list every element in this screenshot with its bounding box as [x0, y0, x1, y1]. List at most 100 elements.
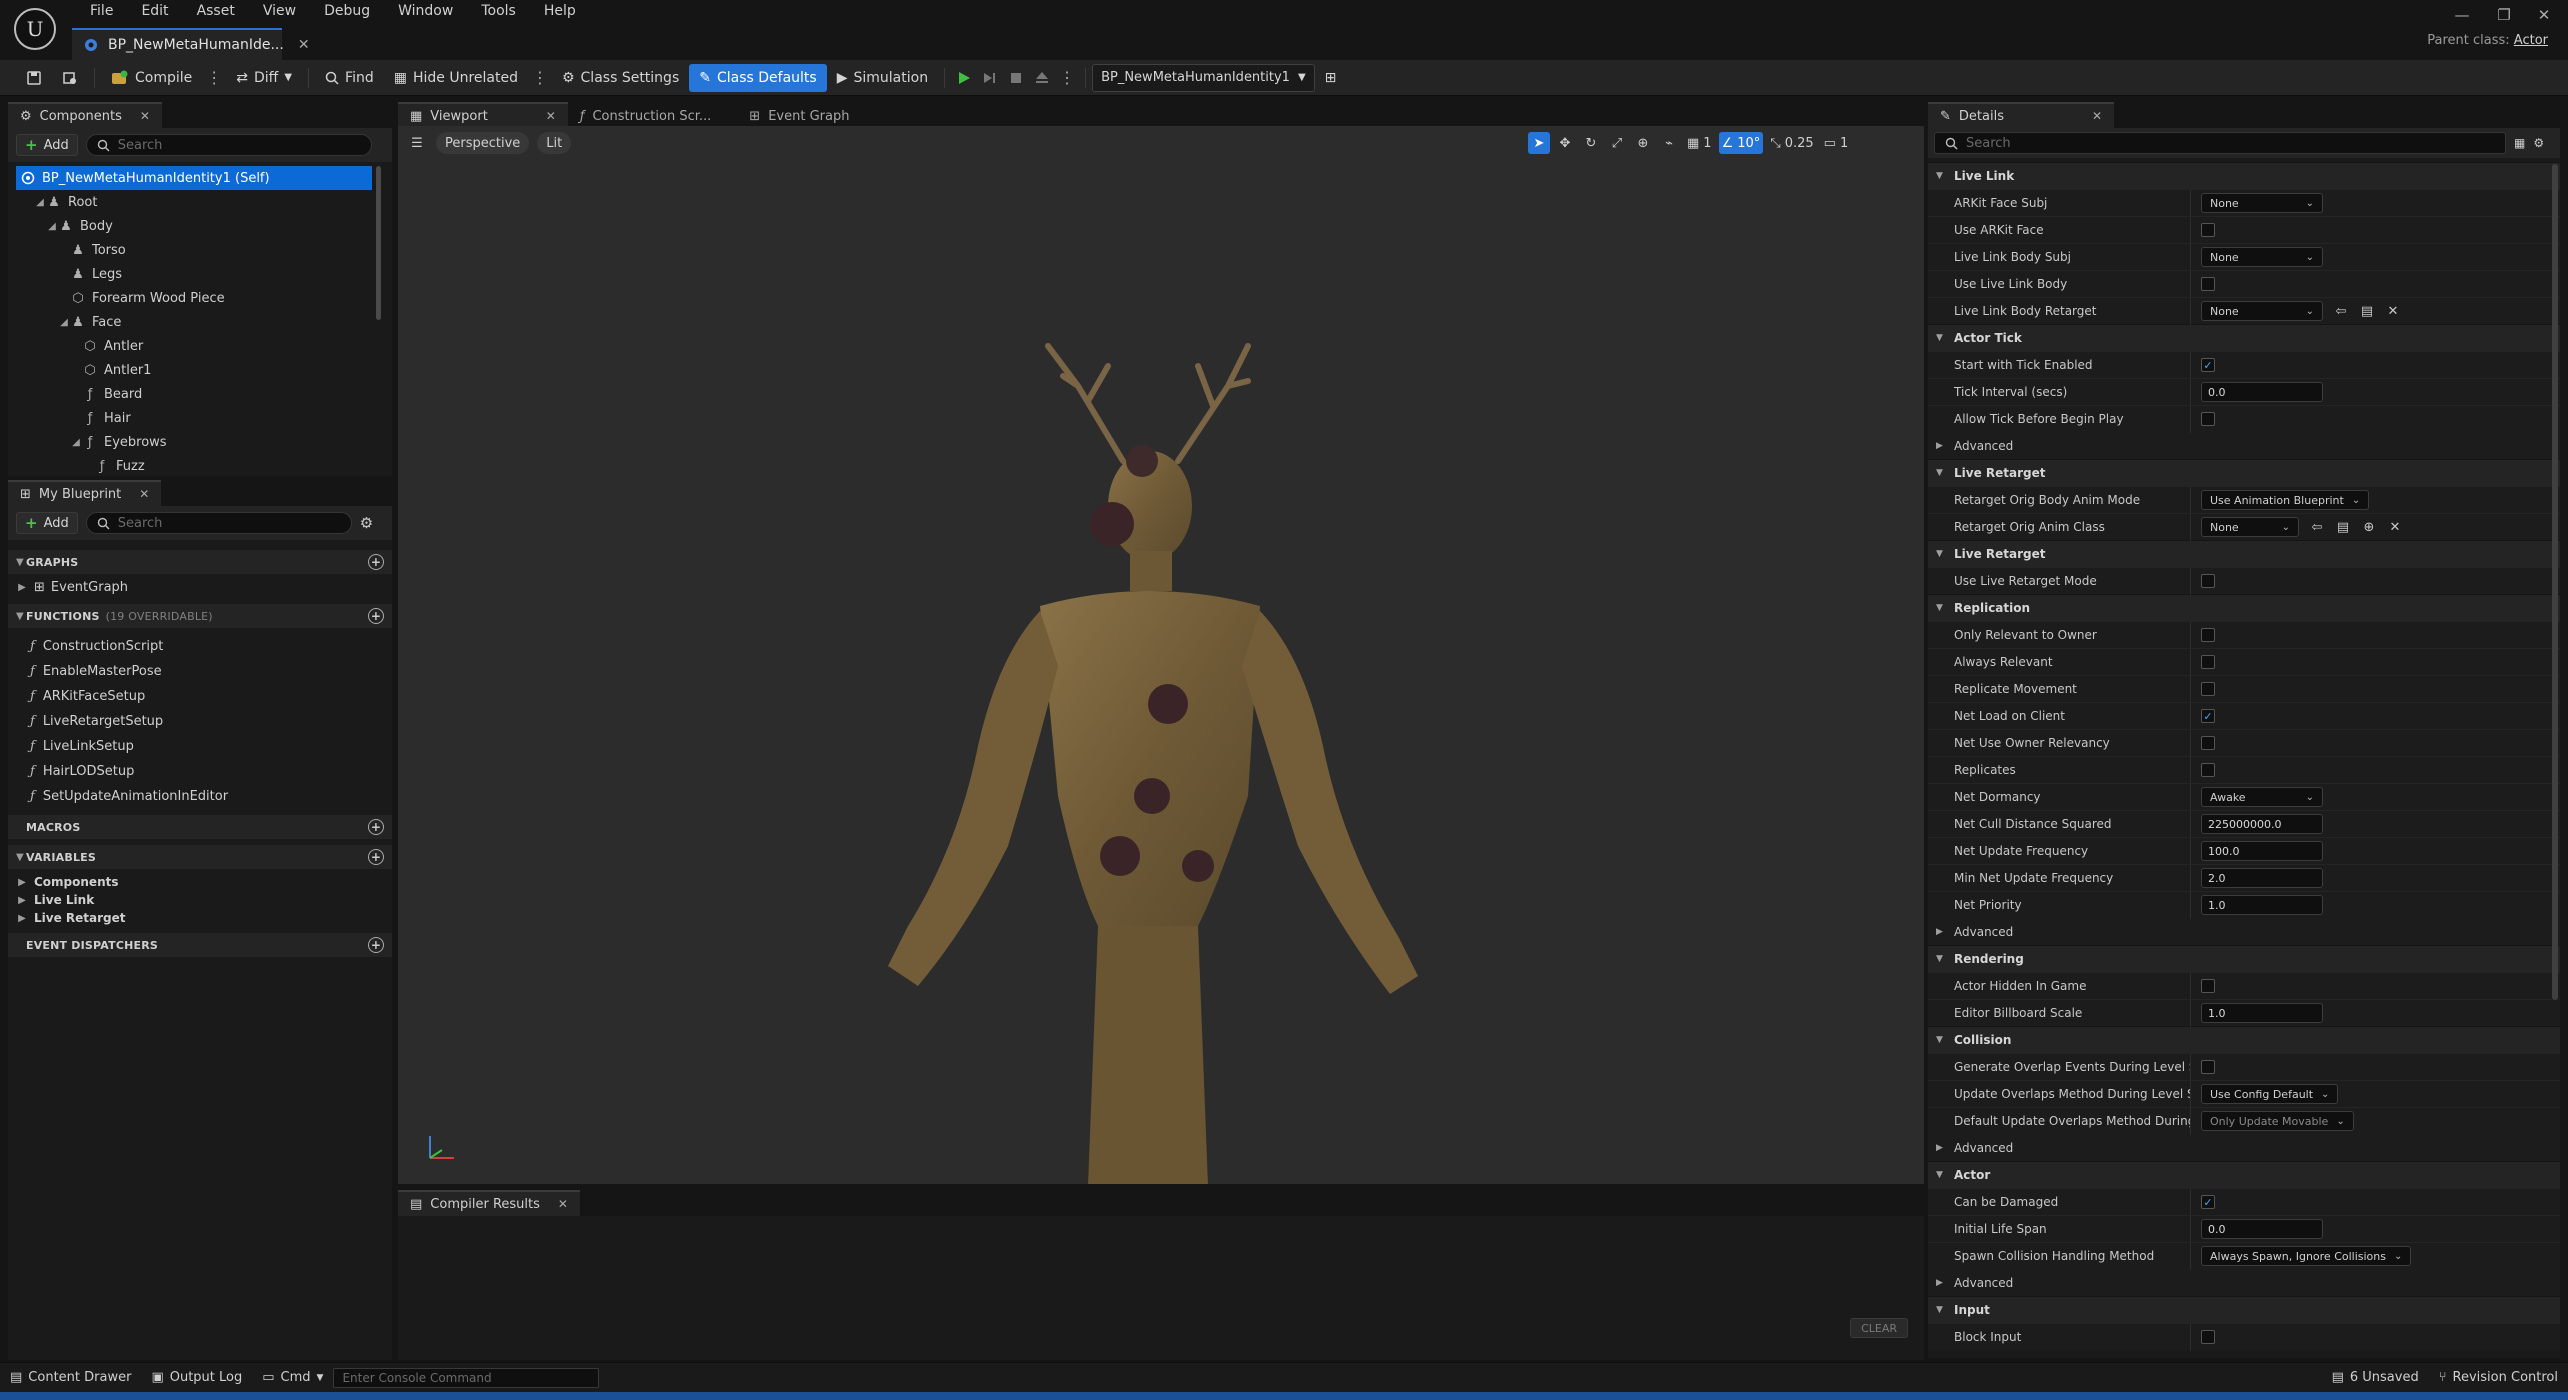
- use-selected-icon[interactable]: ⇦: [2309, 519, 2325, 535]
- clear-icon[interactable]: ✕: [2385, 303, 2401, 319]
- property-checkbox[interactable]: [2201, 574, 2215, 588]
- property-number-input[interactable]: 1.0: [2201, 895, 2323, 915]
- close-window-icon[interactable]: ✕: [2526, 2, 2562, 28]
- close-icon[interactable]: ✕: [298, 37, 310, 53]
- property-checkbox[interactable]: [2201, 1060, 2215, 1074]
- variable-category[interactable]: ▶ Live Retarget: [8, 909, 392, 927]
- viewport[interactable]: ☰ Perspective Lit ➤ ✥ ↻ ⤢ ⊕ ⌁ ▦ 1 ∠ 10° ⤡ 0…: [398, 126, 1924, 1184]
- tree-item-legs[interactable]: ♟ Legs: [16, 262, 392, 286]
- tab-viewport[interactable]: ▦ Viewport ✕: [398, 102, 568, 128]
- variable-category[interactable]: ▶ Live Link: [8, 891, 392, 909]
- details-advanced-toggle[interactable]: ▶ Advanced: [1928, 918, 2560, 945]
- tree-item-antler[interactable]: ⬡ Antler: [16, 334, 392, 358]
- property-checkbox[interactable]: [2201, 763, 2215, 777]
- function-item[interactable]: ƒ SetUpdateAnimationInEditor: [8, 784, 392, 809]
- property-dropdown[interactable]: Use Config Default ⌄: [2201, 1084, 2339, 1104]
- close-icon[interactable]: ✕: [140, 109, 150, 123]
- menu-view[interactable]: View: [249, 0, 310, 22]
- browse-icon[interactable]: ▤: [2359, 303, 2375, 319]
- property-checkbox[interactable]: [2201, 1330, 2215, 1344]
- tree-item-fuzz[interactable]: ƒ Fuzz: [16, 454, 392, 478]
- camera-speed-button[interactable]: ▭ 1: [1821, 132, 1852, 154]
- world-local-icon[interactable]: ⊕: [1632, 132, 1654, 154]
- grid-snap-button[interactable]: ▦ 1: [1684, 132, 1715, 154]
- property-checkbox[interactable]: [2201, 628, 2215, 642]
- gear-icon[interactable]: ⚙: [360, 514, 373, 532]
- details-advanced-toggle[interactable]: ▶ Advanced: [1928, 1134, 2560, 1161]
- tree-item-torso[interactable]: ♟ Torso: [16, 238, 392, 262]
- tab-construction-script[interactable]: ƒ Construction Scr...: [567, 102, 724, 128]
- add-icon[interactable]: ⊕: [2361, 519, 2377, 535]
- function-item[interactable]: ƒ EnableMasterPose: [8, 659, 392, 684]
- property-number-input[interactable]: 225000000.0: [2201, 814, 2323, 834]
- parent-class-link[interactable]: Actor: [2514, 33, 2548, 48]
- property-checkbox[interactable]: [2201, 223, 2215, 237]
- function-item[interactable]: ƒ ARKitFaceSetup: [8, 684, 392, 709]
- details-advanced-toggle[interactable]: ▶ Advanced: [1928, 432, 2560, 459]
- step-button[interactable]: [977, 65, 1003, 91]
- select-icon[interactable]: ➤: [1528, 132, 1550, 154]
- close-icon[interactable]: ✕: [546, 109, 556, 123]
- clear-button[interactable]: CLEAR: [1850, 1318, 1908, 1338]
- property-dropdown[interactable]: Awake ⌄: [2201, 787, 2323, 807]
- add-macro-icon[interactable]: +: [368, 819, 384, 835]
- tree-item-antler1[interactable]: ⬡ Antler1: [16, 358, 392, 382]
- variables-section[interactable]: ▼ VARIABLES +: [8, 845, 392, 869]
- stop-button[interactable]: [1003, 65, 1029, 91]
- scale-snap-button[interactable]: ⤡ 0.25: [1767, 132, 1816, 154]
- class-defaults-button[interactable]: ✎ Class Defaults: [689, 63, 827, 92]
- add-function-icon[interactable]: +: [368, 608, 384, 624]
- tab-details[interactable]: ✎ Details ✕: [1928, 102, 2115, 128]
- details-advanced-toggle[interactable]: ▶ Advanced: [1928, 1269, 2560, 1296]
- property-checkbox[interactable]: [2201, 682, 2215, 696]
- property-number-input[interactable]: 1.0: [2201, 1003, 2323, 1023]
- add-graph-icon[interactable]: +: [368, 554, 384, 570]
- hamburger-icon[interactable]: ☰: [406, 132, 428, 154]
- tree-item-eyebrows[interactable]: ◢ ƒ Eyebrows: [16, 430, 392, 454]
- property-dropdown[interactable]: None ⌄: [2201, 247, 2323, 267]
- details-section[interactable]: ▼ Live Retarget: [1928, 540, 2560, 567]
- tab-my-blueprint[interactable]: ⊞ My Blueprint ✕: [8, 480, 162, 506]
- close-icon[interactable]: ✕: [558, 1197, 568, 1211]
- menu-file[interactable]: File: [76, 0, 127, 22]
- simulation-button[interactable]: ▶ Simulation: [827, 64, 938, 92]
- revision-control-button[interactable]: ⑂ Revision Control: [2429, 1363, 2568, 1393]
- unsaved-button[interactable]: ▤ 6 Unsaved: [2322, 1363, 2429, 1393]
- perspective-button[interactable]: Perspective: [436, 132, 530, 154]
- details-section[interactable]: ▼ Live Retarget: [1928, 459, 2560, 486]
- property-checkbox[interactable]: [2201, 412, 2215, 426]
- property-checkbox[interactable]: ✓: [2201, 709, 2215, 723]
- property-checkbox[interactable]: ✓: [2201, 1195, 2215, 1209]
- property-checkbox[interactable]: ✓: [2201, 358, 2215, 372]
- components-search-input[interactable]: Search: [85, 134, 372, 156]
- cmd-select[interactable]: ▭ Cmd ▼: [252, 1363, 333, 1393]
- close-icon[interactable]: ✕: [139, 487, 149, 501]
- collapse-arrow-icon[interactable]: ◢: [34, 197, 46, 208]
- play-button[interactable]: [951, 65, 977, 91]
- tree-item-body[interactable]: ◢ ♟ Body: [16, 214, 392, 238]
- property-dropdown[interactable]: None ⌄: [2201, 301, 2323, 321]
- scale-icon[interactable]: ⤢: [1606, 132, 1628, 154]
- details-search-input[interactable]: Search: [1934, 132, 2506, 154]
- menu-asset[interactable]: Asset: [183, 0, 249, 22]
- hide-options-icon[interactable]: ⋮: [528, 68, 552, 87]
- class-settings-button[interactable]: ⚙ Class Settings: [552, 64, 689, 92]
- details-section[interactable]: ▼ Actor Tick: [1928, 324, 2560, 351]
- surface-snap-icon[interactable]: ⌁: [1658, 132, 1680, 154]
- property-dropdown[interactable]: Use Animation Blueprint ⌄: [2201, 490, 2370, 510]
- property-number-input[interactable]: 2.0: [2201, 868, 2323, 888]
- add-variable-icon[interactable]: +: [368, 849, 384, 865]
- property-checkbox[interactable]: [2201, 655, 2215, 669]
- tree-item-beard[interactable]: ƒ Beard: [16, 382, 392, 406]
- property-dropdown[interactable]: Always Spawn, Ignore Collisions ⌄: [2201, 1246, 2412, 1266]
- function-item[interactable]: ƒ LiveRetargetSetup: [8, 709, 392, 734]
- tree-item-hair[interactable]: ƒ Hair: [16, 406, 392, 430]
- property-number-input[interactable]: 0.0: [2201, 382, 2323, 402]
- function-item[interactable]: ƒ HairLODSetup: [8, 759, 392, 784]
- add-component-button[interactable]: + Add: [16, 134, 78, 156]
- gear-icon[interactable]: ⚙: [2533, 136, 2544, 150]
- save-button[interactable]: [16, 64, 52, 92]
- add-dispatcher-icon[interactable]: +: [368, 937, 384, 953]
- console-input[interactable]: Enter Console Command: [333, 1367, 600, 1388]
- debug-object-select[interactable]: BP_NewMetaHumanIdentity1 ▼: [1092, 63, 1315, 92]
